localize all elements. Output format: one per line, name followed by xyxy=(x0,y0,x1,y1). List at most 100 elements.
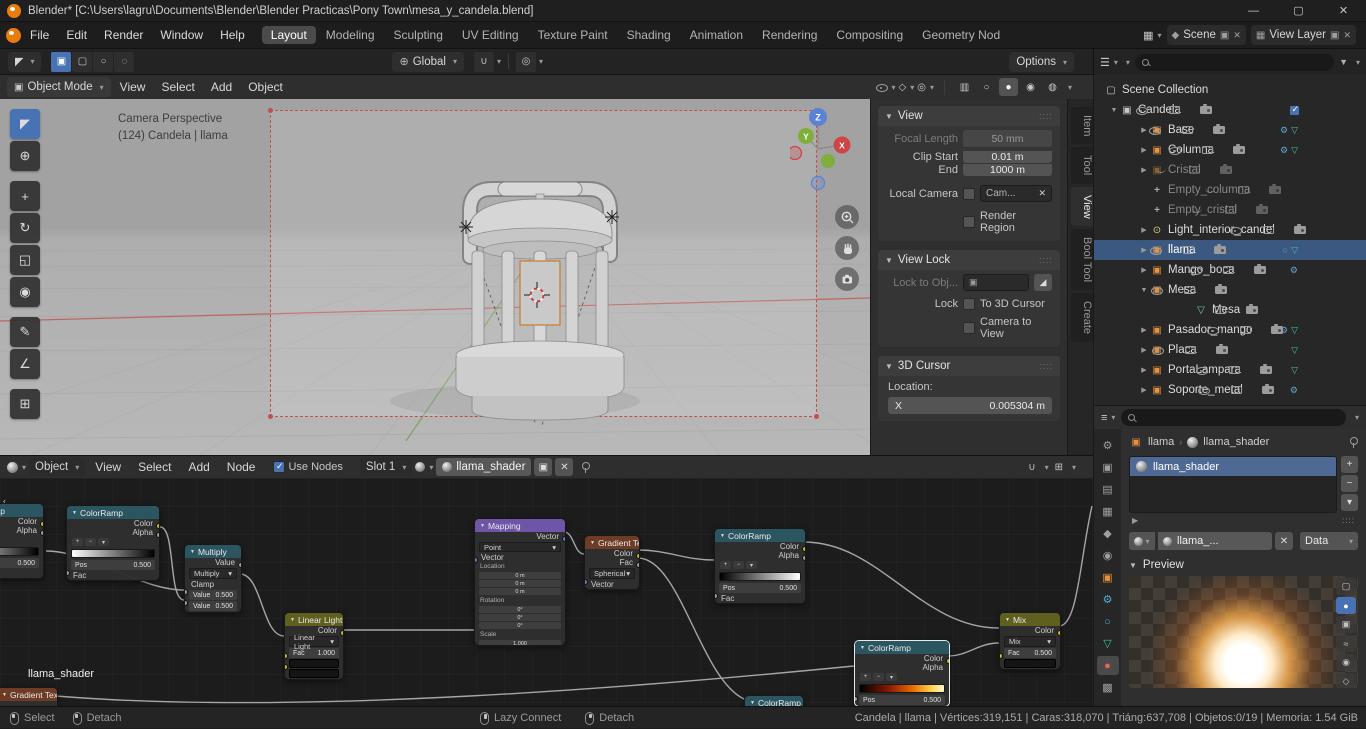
expand-icon[interactable]: ▶ xyxy=(1132,516,1138,525)
outliner-row[interactable]: ▶ ⊙ Light_interior_candel xyxy=(1094,220,1366,240)
lock-3d-cursor-checkbox[interactable] xyxy=(963,298,975,310)
clear-icon[interactable]: ✕ xyxy=(1038,188,1046,199)
preview-shaderball-button[interactable]: ◉ xyxy=(1336,654,1356,671)
node-mapping[interactable]: ▼Mapping Vector Point▾ Vector Location 0… xyxy=(474,518,566,646)
menu-help[interactable]: Help xyxy=(212,26,253,45)
ptab-object[interactable]: ▣ xyxy=(1097,568,1119,587)
browse-material-button[interactable]: ▾ xyxy=(415,462,433,472)
outliner-row-scene-collection[interactable]: ▢ Scene Collection xyxy=(1094,80,1366,100)
expand-icon[interactable]: ▶ xyxy=(1138,266,1150,274)
focal-length-field[interactable]: 50 mm xyxy=(963,130,1052,147)
copy-icon[interactable]: ▣ xyxy=(1220,30,1229,41)
workspace-tab-sculpting[interactable]: Sculpting xyxy=(385,26,452,44)
camera-icon[interactable] xyxy=(1260,366,1272,374)
tool-select-box[interactable]: ◤ xyxy=(10,109,40,139)
shader-menu-view[interactable]: View xyxy=(88,458,128,477)
viewport-menu-view[interactable]: View xyxy=(113,78,153,97)
drag-grip-icon[interactable]: :::: xyxy=(1039,111,1053,121)
eye-closed-icon[interactable] xyxy=(1191,204,1204,216)
select-mode-box[interactable]: ▢ xyxy=(72,52,92,72)
outliner-row[interactable]: ▶ ▣ Soporte_metal ⚙ xyxy=(1094,380,1366,400)
screen-icon[interactable] xyxy=(1184,286,1195,294)
color-ramp-gradient[interactable] xyxy=(719,572,801,581)
workspace-tab-geometry-nodes[interactable]: Geometry Nod xyxy=(913,26,1009,44)
workspace-tab-rendering[interactable]: Rendering xyxy=(753,26,826,44)
snap-toggle[interactable]: ∪ xyxy=(474,52,494,72)
tool-add-cube[interactable]: ⊞ xyxy=(10,389,40,419)
outliner-row[interactable]: ▶ ▣ Cristal xyxy=(1094,160,1366,180)
camera-icon[interactable] xyxy=(1262,386,1274,394)
maximize-button[interactable]: ▢ xyxy=(1276,0,1321,22)
shading-rendered-button[interactable]: ◍ xyxy=(1043,78,1062,96)
eye-closed-icon[interactable] xyxy=(1204,184,1217,196)
ptab-object-data[interactable]: ▽ xyxy=(1097,634,1119,653)
screen-icon[interactable] xyxy=(1223,266,1234,274)
preview-sphere-button[interactable]: ● xyxy=(1336,597,1356,614)
outliner-row[interactable]: ▶ ▣ Pasador_mango ⚙▽ xyxy=(1094,320,1366,340)
proportional-dropdown[interactable]: ▾ xyxy=(536,57,543,66)
properties-filter-icon[interactable]: ▾ xyxy=(1355,413,1359,422)
eye-icon[interactable] xyxy=(1229,224,1242,236)
expand-icon[interactable]: ▶ xyxy=(1138,146,1150,154)
shading-dropdown-icon[interactable]: ▾ xyxy=(1068,83,1072,92)
eye-icon[interactable] xyxy=(1150,284,1163,296)
select-mode-lasso[interactable]: ◌ xyxy=(114,52,134,72)
color-ramp-gradient[interactable] xyxy=(0,547,39,556)
tool-move[interactable]: + xyxy=(10,181,40,211)
tool-measure[interactable]: ∠ xyxy=(10,349,40,379)
cursor-3d-header[interactable]: ▼ 3D Cursor :::: xyxy=(878,356,1060,376)
lock-to-object-field[interactable]: ▣ xyxy=(963,274,1029,291)
workspace-tab-modeling[interactable]: Modeling xyxy=(317,26,384,44)
ptab-world[interactable]: ◉ xyxy=(1097,546,1119,565)
camera-icon[interactable] xyxy=(1214,246,1226,254)
eye-icon[interactable] xyxy=(1206,324,1219,336)
outliner-row[interactable]: ▶ ▣ Base ⚙▽ xyxy=(1094,120,1366,140)
outliner-row[interactable]: + Empty_columna xyxy=(1094,180,1366,200)
ntab-bool-tool[interactable]: Bool Tool xyxy=(1071,229,1093,290)
camera-icon[interactable] xyxy=(1216,346,1228,354)
local-camera-checkbox[interactable] xyxy=(963,188,975,200)
camera-to-view-checkbox[interactable] xyxy=(963,322,975,334)
screen-icon[interactable] xyxy=(1263,226,1274,234)
render-region-checkbox[interactable] xyxy=(963,216,975,228)
pin-icon[interactable] xyxy=(580,462,590,472)
ntab-create[interactable]: Create xyxy=(1071,293,1093,342)
shading-wireframe-button[interactable]: ○ xyxy=(977,78,996,96)
filter-dropdown-icon[interactable]: ▾ xyxy=(1356,58,1360,67)
overlays-icon[interactable]: ⊞ xyxy=(1055,462,1063,473)
node-colorramp[interactable]: ▼ColorRamp Color Alpha +−▾ Pos0.500 Fac xyxy=(714,528,806,604)
shader-menu-add[interactable]: Add xyxy=(181,458,216,477)
screen-icon[interactable] xyxy=(1240,326,1251,334)
expand-icon[interactable]: ▼ xyxy=(1138,287,1150,294)
close-button[interactable]: ✕ xyxy=(1321,0,1366,22)
camera-icon[interactable] xyxy=(1269,186,1281,194)
material-slot-list[interactable]: llama_shader xyxy=(1129,456,1337,513)
camera-icon[interactable] xyxy=(1271,326,1283,334)
outliner-row-child[interactable]: ▽ Mesa xyxy=(1094,300,1366,320)
node-colorramp[interactable]: ▼ColorRamp Color Alpha +−▾ Pos0.500 Fac xyxy=(66,505,160,581)
object-visibility-dropdown[interactable]: ▾ xyxy=(875,81,896,93)
screen-icon[interactable] xyxy=(1238,186,1249,194)
outliner-row[interactable]: + Empty_cristal xyxy=(1094,200,1366,220)
screen-icon[interactable] xyxy=(1185,346,1196,354)
ptab-physics[interactable]: ○ xyxy=(1097,612,1119,631)
color-ramp-gradient[interactable] xyxy=(859,684,945,693)
outliner-row[interactable]: ▶ ▣ Mango_boca ⚙ xyxy=(1094,260,1366,280)
shader-menu-select[interactable]: Select xyxy=(131,458,178,477)
menu-window[interactable]: Window xyxy=(152,26,211,45)
breadcrumb-object[interactable]: llama xyxy=(1148,436,1174,448)
ptab-texture[interactable]: ▩ xyxy=(1097,678,1119,697)
screen-icon[interactable] xyxy=(1215,306,1226,314)
screen-icon[interactable] xyxy=(1169,106,1180,114)
node-colorramp-active[interactable]: ▼ColorRamp Color Alpha +−▾ Pos0.500 xyxy=(854,640,950,706)
tool-transform[interactable]: ◉ xyxy=(10,277,40,307)
camera-view-button[interactable] xyxy=(835,267,859,291)
overlays-dropdown-icon[interactable]: ▾ xyxy=(1072,463,1076,472)
workspace-tab-compositing[interactable]: Compositing xyxy=(827,26,912,44)
menu-file[interactable]: File xyxy=(22,26,57,45)
shader-type-dropdown[interactable]: Object ▾ xyxy=(29,458,85,476)
node-math-multiply[interactable]: ▼Multiply Value Multiply▾ Clamp Value0.5… xyxy=(184,544,242,613)
screen-icon[interactable] xyxy=(1231,386,1242,394)
expand-icon[interactable]: ▶ xyxy=(1138,226,1150,234)
node-mix[interactable]: ▼Mix Color Mix▾ Fac0.500 xyxy=(999,612,1061,670)
